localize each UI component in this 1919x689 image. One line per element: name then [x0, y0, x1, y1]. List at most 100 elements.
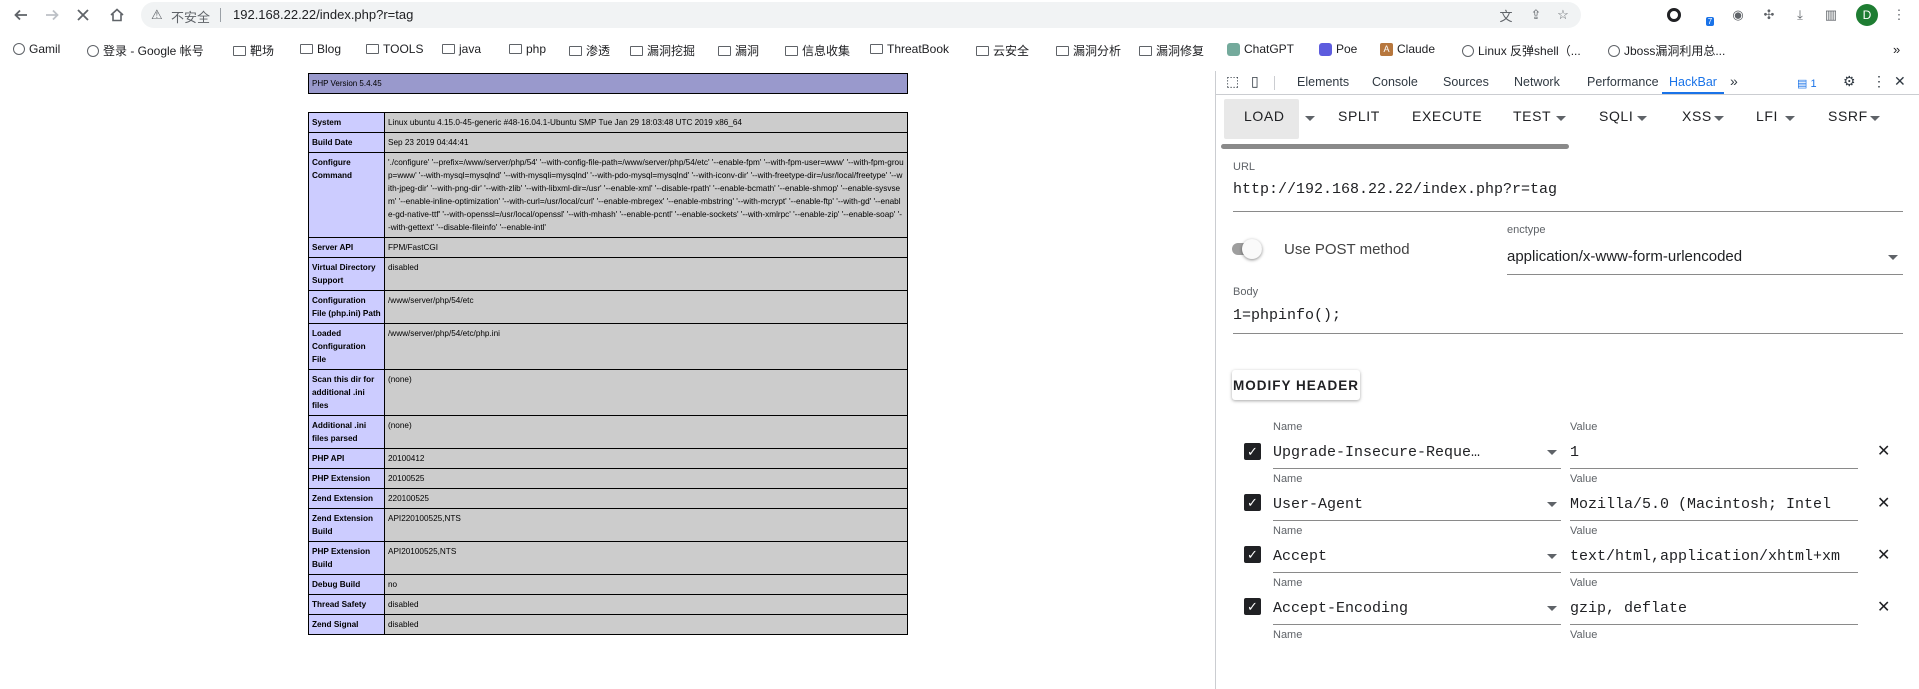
horizontal-scrollbar[interactable]	[1221, 144, 1569, 149]
stop-button[interactable]	[73, 5, 93, 25]
inspect-element-icon[interactable]: ⬚	[1226, 73, 1239, 90]
tab-console[interactable]: Console	[1372, 75, 1418, 89]
page-content: PHP Version 5.4.45 System Linux ubuntu 4.…	[0, 71, 1215, 689]
phpinfo-key: Thread Safety	[308, 594, 385, 615]
tab-network[interactable]: Network	[1514, 75, 1560, 89]
issues-badge[interactable]: ▤ 1	[1797, 77, 1817, 90]
bookmark-item[interactable]: ChatGPT	[1227, 42, 1294, 56]
header-name-select[interactable]: Upgrade-Insecure-Reque…	[1273, 444, 1503, 461]
chevron-down-icon	[1547, 502, 1557, 507]
profile-avatar[interactable]: D	[1856, 4, 1878, 26]
menu-kebab-icon[interactable]: ⋮	[1890, 6, 1908, 24]
remove-header-icon[interactable]: ✕	[1877, 545, 1890, 565]
header-value-input[interactable]: text/html,application/xhtml+xm	[1570, 548, 1858, 565]
back-arrow-icon	[14, 9, 27, 21]
more-options-icon[interactable]: ⋮	[1872, 73, 1886, 90]
checkbox-checked[interactable]: ✓	[1244, 494, 1261, 511]
bookmark-folder[interactable]: 信息收集	[785, 42, 850, 59]
header-name-select[interactable]: User-Agent	[1273, 496, 1503, 513]
bookmark-star-icon[interactable]: ☆	[1554, 6, 1572, 24]
bookmark-item[interactable]: Gamil	[13, 42, 60, 56]
bookmark-folder[interactable]: ThreatBook	[870, 42, 949, 56]
post-method-label: Use POST method	[1284, 241, 1410, 258]
url-text[interactable]: 192.168.22.22/index.php?r=tag	[233, 7, 413, 22]
share-icon[interactable]: ⇪	[1527, 6, 1545, 24]
bookmark-folder[interactable]: java	[442, 42, 481, 56]
bookmark-folder[interactable]: 漏洞挖掘	[630, 42, 695, 59]
bookmark-item[interactable]: Linux 反弹shell（...	[1462, 42, 1581, 59]
bookmark-folder[interactable]: 漏洞分析	[1056, 42, 1121, 59]
enctype-underline	[1507, 274, 1903, 275]
enctype-select[interactable]: application/x-www-form-urlencoded	[1507, 248, 1742, 265]
test-dropdown[interactable]: TEST	[1513, 108, 1551, 124]
url-input[interactable]: http://192.168.22.22/index.php?r=tag	[1233, 181, 1903, 198]
home-icon	[110, 8, 124, 22]
sqli-dropdown[interactable]: SQLI	[1599, 108, 1633, 124]
split-button[interactable]: SPLIT	[1338, 108, 1380, 124]
chevron-more-icon[interactable]: »	[1893, 42, 1900, 57]
checkbox-checked[interactable]: ✓	[1244, 546, 1261, 563]
bookmark-folder[interactable]: 漏洞	[718, 42, 759, 59]
xss-dropdown[interactable]: XSS	[1682, 108, 1712, 124]
address-bar[interactable]: ⚠ 不安全 192.168.22.22/index.php?r=tag ☆ ⇪ …	[141, 2, 1581, 28]
table-row: Thread Safety disabled	[308, 594, 908, 615]
header-name-select[interactable]: Accept-Encoding	[1273, 600, 1503, 617]
table-row: PHP Extension 20100525	[308, 468, 908, 489]
bookmark-item[interactable]: Jboss漏洞利用总...	[1608, 42, 1725, 59]
browser-toolbar: ⚠ 不安全 192.168.22.22/index.php?r=tag ☆ ⇪ …	[0, 0, 1919, 30]
chevron-down-icon[interactable]	[1305, 116, 1315, 121]
close-icon[interactable]: ✕	[1894, 73, 1906, 90]
header-value-input[interactable]: gzip, deflate	[1570, 600, 1858, 617]
side-panel-icon[interactable]: ▥	[1822, 6, 1840, 24]
tab-sources[interactable]: Sources	[1443, 75, 1489, 89]
home-button[interactable]	[107, 5, 127, 25]
modify-header-button[interactable]: MODIFY HEADER	[1232, 370, 1360, 400]
puzzle-icon[interactable]: ✣	[1760, 6, 1778, 24]
bookmark-folder[interactable]: Blog	[300, 42, 341, 56]
remove-header-icon[interactable]: ✕	[1877, 597, 1890, 617]
extension-circle-icon[interactable]	[1665, 6, 1683, 24]
execute-button[interactable]: EXECUTE	[1412, 108, 1482, 124]
lfi-dropdown[interactable]: LFI	[1756, 108, 1778, 124]
chevron-down-icon	[1547, 606, 1557, 611]
bookmark-folder[interactable]: 云安全	[976, 42, 1029, 59]
tab-hackbar[interactable]: HackBar	[1669, 75, 1717, 89]
forward-button[interactable]	[42, 5, 62, 25]
back-button[interactable]	[11, 5, 31, 25]
bookmark-folder[interactable]: 靶场	[233, 42, 274, 59]
phpinfo-key: PHP Extension Build	[308, 541, 385, 575]
remove-header-icon[interactable]: ✕	[1877, 441, 1890, 461]
table-row: System Linux ubuntu 4.15.0-45-generic #48…	[308, 112, 908, 133]
ssrf-dropdown[interactable]: SSRF	[1828, 108, 1868, 124]
bookmark-item[interactable]: 登录 - Google 帐号	[87, 42, 204, 59]
header-name-select[interactable]: Accept	[1273, 548, 1503, 565]
download-icon[interactable]: ⤓	[1791, 6, 1809, 24]
body-input[interactable]: 1=phpinfo();	[1233, 307, 1903, 324]
bookmark-item[interactable]: A Claude	[1380, 42, 1435, 56]
checkbox-checked[interactable]: ✓	[1244, 443, 1261, 460]
table-row: PHP Extension Build API20100525,NTS	[308, 541, 908, 575]
security-label: 不安全	[171, 10, 211, 25]
translate-icon[interactable]: 文	[1497, 6, 1515, 24]
extension-badge-icon[interactable]: 7	[1697, 6, 1715, 26]
phpinfo-key: System	[308, 112, 385, 133]
header-value-input[interactable]: 1	[1570, 444, 1858, 461]
checkbox-checked[interactable]: ✓	[1244, 598, 1261, 615]
underline	[1273, 572, 1561, 573]
header-value-input[interactable]: Mozilla/5.0 (Macintosh; Intel	[1570, 496, 1858, 513]
bookmark-folder[interactable]: php	[509, 42, 546, 56]
settings-gear-icon[interactable]: ⚙	[1843, 73, 1856, 90]
globe-icon	[87, 44, 99, 57]
tab-performance[interactable]: Performance	[1587, 75, 1659, 89]
bookmark-folder[interactable]: TOOLS	[366, 42, 423, 56]
load-button[interactable]: LOAD	[1244, 108, 1285, 124]
toggle-knob[interactable]	[1242, 239, 1262, 259]
bookmark-item[interactable]: Poe	[1319, 42, 1357, 56]
device-toolbar-icon[interactable]: ▯	[1251, 73, 1259, 90]
bookmark-folder[interactable]: 漏洞修复	[1139, 42, 1204, 59]
tab-elements[interactable]: Elements	[1297, 75, 1349, 89]
remove-header-icon[interactable]: ✕	[1877, 493, 1890, 513]
eye-extension-icon[interactable]: ◉	[1729, 6, 1747, 24]
more-tabs-icon[interactable]: »	[1730, 73, 1738, 89]
bookmark-folder[interactable]: 渗透	[569, 42, 610, 59]
